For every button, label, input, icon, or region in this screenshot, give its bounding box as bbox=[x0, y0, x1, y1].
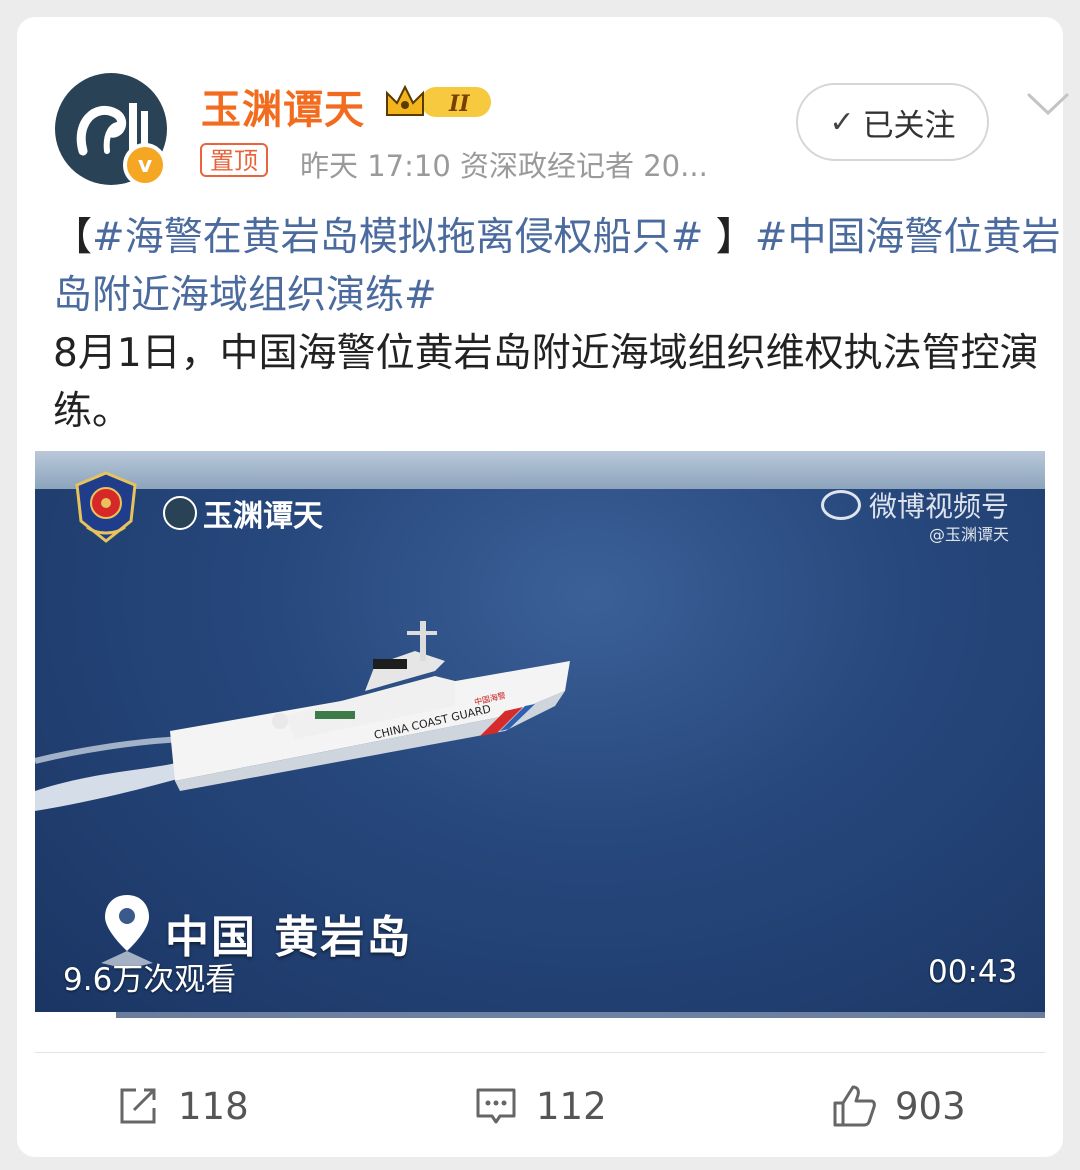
channel-watermark-text: 玉渊谭天 bbox=[203, 499, 323, 534]
watermark-handle: @玉渊谭天 bbox=[929, 525, 1010, 544]
like-count: 903 bbox=[895, 1084, 966, 1128]
repost-button[interactable]: 118 bbox=[116, 1080, 249, 1132]
svg-text:II: II bbox=[448, 91, 470, 117]
author-name[interactable]: 玉渊谭天 bbox=[201, 77, 365, 135]
topic-link-1[interactable]: #海警在黄岩岛模拟拖离侵权船只# bbox=[92, 215, 703, 260]
repost-count: 118 bbox=[178, 1084, 249, 1128]
weibo-video-watermark: 微博视频号 bbox=[821, 485, 1009, 525]
follow-label: 已关注 bbox=[862, 107, 956, 144]
divider bbox=[35, 1052, 1045, 1053]
comment-icon bbox=[476, 1088, 516, 1124]
pinned-tag: 置顶 bbox=[200, 143, 268, 177]
channel-watermark: 玉渊谭天 bbox=[163, 491, 323, 535]
bracket-close: 】 bbox=[703, 215, 755, 260]
chevron-down-icon[interactable] bbox=[1025, 89, 1071, 119]
crown-level-icon: II bbox=[386, 84, 491, 117]
verified-badge-icon: v bbox=[123, 143, 167, 187]
post-meta: 昨天 17:10 资深政经记者 20... bbox=[300, 149, 708, 183]
comment-button[interactable]: 112 bbox=[474, 1080, 607, 1132]
thumbs-up-icon bbox=[833, 1085, 876, 1127]
video-player[interactable]: CHINA COAST GUARD 中国海警 玉渊谭天 微博视频号 @玉渊谭天 … bbox=[35, 451, 1045, 1018]
video-progress-fill bbox=[35, 1012, 116, 1018]
coast-guard-ship: CHINA COAST GUARD 中国海警 bbox=[35, 621, 570, 811]
view-count: 9.6万次观看 bbox=[63, 962, 237, 998]
channel-logo-icon bbox=[163, 496, 197, 530]
coast-guard-emblem-icon bbox=[75, 471, 137, 543]
follow-button[interactable]: ✓ 已关注 bbox=[796, 83, 989, 161]
post-text: 【#海警在黄岩岛模拟拖离侵权船只# 】#中国海警位黄岩岛附近海域组织演练# 8月… bbox=[53, 209, 1063, 441]
weibo-video-watermark-text: 微博视频号 bbox=[869, 490, 1010, 523]
weibo-logo-icon bbox=[821, 490, 861, 520]
like-button[interactable]: 903 bbox=[831, 1080, 966, 1132]
video-progress-bar[interactable] bbox=[35, 1012, 1045, 1018]
check-icon: ✓ bbox=[829, 104, 855, 140]
comment-count: 112 bbox=[536, 1084, 607, 1128]
repost-icon bbox=[120, 1088, 156, 1124]
video-duration: 00:43 bbox=[928, 954, 1018, 990]
bracket-open: 【 bbox=[53, 215, 93, 260]
post-body: 8月1日，中国海警位黄岩岛附近海域组织维权执法管控演练。 bbox=[53, 331, 1039, 434]
